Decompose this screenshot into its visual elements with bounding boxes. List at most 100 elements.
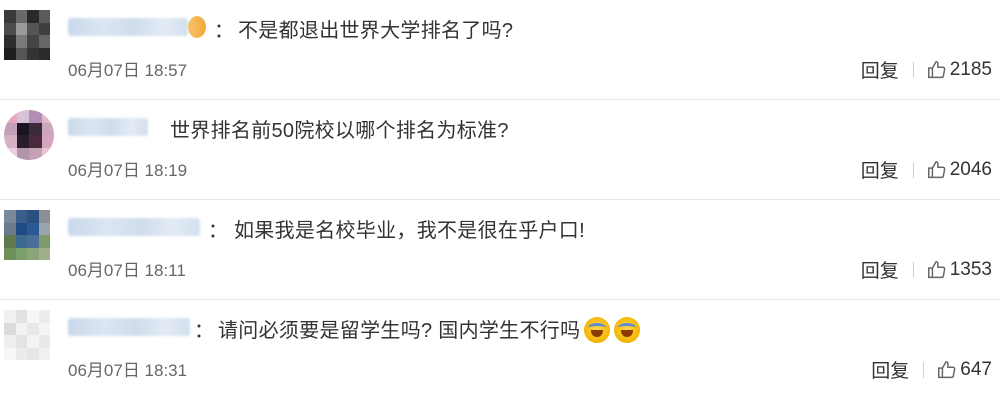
avatar-mosaic-cell [41,122,54,135]
avatar-mosaic-cell [27,22,39,35]
avatar-mosaic-cell [4,322,16,335]
avatar-mosaic-cell [38,322,50,335]
comment-time: 06月07日 18:57 [68,61,188,80]
avatar-mosaic-cell [27,35,39,48]
avatar-mosaic-cell [15,310,27,323]
comment-item: 世界排名前50院校以哪个排名为标准? 06月07日 18:19 回复 2046 [0,100,1000,200]
avatar-mosaic-cell [29,122,42,135]
avatar-mosaic-cell [38,22,50,35]
avatar-mosaic-cell [38,247,50,260]
like-count: 647 [960,358,992,380]
avatar-mosaic-cell [15,335,27,348]
avatar-mosaic-cell [15,235,27,248]
avatar-mosaic-cell [27,47,39,60]
avatar-mosaic-cell [15,47,27,60]
avatar-mosaic-cell [4,222,16,235]
divider [923,361,925,378]
avatar-mosaic-cell [4,247,16,260]
avatar-mosaic-cell [38,10,50,23]
vip-badge-icon [188,16,206,38]
avatar-mosaic-cell [41,147,54,160]
comment-item: ： 如果我是名校毕业，我不是很在乎户口! 06月07日 18:11 回复 135… [0,200,1000,300]
avatar-mosaic-cell [16,147,29,160]
avatar-mosaic-cell [27,347,39,360]
avatar-mosaic-cell [27,235,39,248]
avatar-mosaic-cell [38,47,50,60]
avatar-mosaic-cell [27,247,39,260]
avatar-mosaic-cell [4,110,17,123]
avatar[interactable] [4,10,50,60]
avatar-mosaic-cell [15,22,27,35]
username-blurred[interactable] [68,118,148,136]
avatar-mosaic-cell [27,310,39,323]
avatar-mosaic-cell [38,210,50,223]
avatar-mosaic-cell [4,47,16,60]
avatar-mosaic-cell [15,347,27,360]
comment-item: ： 不是都退出世界大学排名了吗? 06月07日 18:57 回复 2185 [0,0,1000,100]
avatar-mosaic-cell [27,210,39,223]
comment-actions: 回复 2046 [861,156,992,183]
avatar[interactable] [4,110,54,160]
avatar-mosaic-cell [4,347,16,360]
avatar-mosaic-cell [4,310,16,323]
avatar-mosaic-cell [16,122,29,135]
avatar-mosaic-cell [29,135,42,148]
avatar-mosaic-cell [41,110,54,123]
comment-time: 06月07日 18:19 [68,161,188,180]
avatar-mosaic-cell [15,247,27,260]
comment-list: ： 不是都退出世界大学排名了吗? 06月07日 18:57 回复 2185 世界… [0,0,1000,400]
avatar-mosaic-cell [4,10,16,23]
reply-button[interactable]: 回复 [861,56,899,83]
comment-text: 不是都退出世界大学排名了吗? [238,20,514,42]
comment-item: ： 请问必须要是留学生吗? 国内学生不行吗 06月07日 18:31 回复 64… [0,300,1000,400]
avatar-mosaic-cell [27,322,39,335]
username-blurred[interactable] [68,218,200,236]
reply-button[interactable]: 回复 [861,156,899,183]
comment-text: 如果我是名校毕业，我不是很在乎户口! [234,220,585,242]
avatar-mosaic-cell [15,222,27,235]
avatar-mosaic-cell [15,10,27,23]
thumbs-up-icon[interactable] [936,359,958,381]
avatar-mosaic-cell [4,147,17,160]
reply-button[interactable]: 回复 [871,356,909,383]
thumbs-up-icon[interactable] [926,59,948,81]
divider [912,161,914,178]
comment-actions: 回复 2185 [861,56,992,83]
colon-separator: ： [214,20,234,42]
avatar-mosaic-cell [4,122,17,135]
like-count: 2185 [949,58,992,80]
avatar-mosaic-cell [29,110,42,123]
avatar-mosaic-cell [38,347,50,360]
avatar-mosaic-cell [15,35,27,48]
avatar-mosaic-cell [38,35,50,48]
reply-button[interactable]: 回复 [861,256,899,283]
avatar-mosaic-cell [41,135,54,148]
avatar-mosaic-cell [16,110,29,123]
laugh-cry-emoji-icon [584,317,611,343]
comment-actions: 回复 1353 [861,256,992,283]
like-count: 1353 [949,258,992,280]
avatar-mosaic-cell [15,210,27,223]
username-blurred[interactable] [68,318,190,336]
avatar-mosaic-cell [4,35,16,48]
avatar-mosaic-cell [4,335,16,348]
thumbs-up-icon[interactable] [926,259,948,281]
avatar-mosaic-cell [38,235,50,248]
avatar-mosaic-cell [38,222,50,235]
like-count: 2046 [949,158,992,180]
avatar[interactable] [4,310,50,360]
divider [912,61,914,78]
comment-text: 世界排名前50院校以哪个排名为标准? [170,120,509,142]
avatar-mosaic-cell [27,10,39,23]
thumbs-up-icon[interactable] [926,159,948,181]
avatar-mosaic-cell [4,135,17,148]
comment-text-body: 请问必须要是留学生吗? 国内学生不行吗 [218,320,581,342]
avatar-mosaic-cell [38,335,50,348]
avatar[interactable] [4,210,50,260]
comment-text: 请问必须要是留学生吗? 国内学生不行吗 [218,314,641,343]
comment-actions: 回复 647 [871,356,992,383]
avatar-mosaic-cell [29,147,42,160]
colon-separator: ： [208,220,228,242]
avatar-mosaic-cell [27,222,39,235]
username-blurred[interactable] [68,18,188,36]
